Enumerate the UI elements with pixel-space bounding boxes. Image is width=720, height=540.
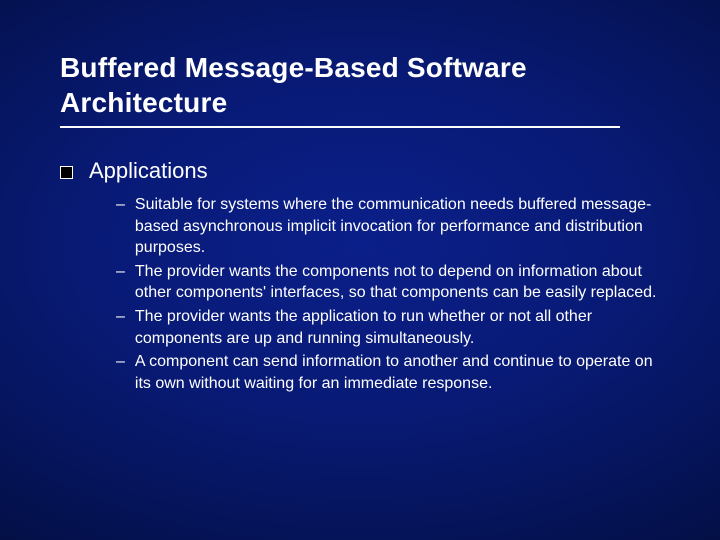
section-heading: Applications — [89, 158, 208, 184]
list-item-text: Suitable for systems where the communica… — [135, 194, 660, 259]
section-row: Applications — [60, 158, 660, 184]
dash-icon: – — [116, 351, 125, 373]
list-item-text: A component can send information to anot… — [135, 351, 660, 394]
list-item: – The provider wants the components not … — [116, 261, 660, 304]
list-item: – A component can send information to an… — [116, 351, 660, 394]
dash-icon: – — [116, 261, 125, 283]
title-underline — [60, 126, 620, 128]
dash-icon: – — [116, 306, 125, 328]
square-bullet-icon — [60, 166, 73, 179]
list-item: – Suitable for systems where the communi… — [116, 194, 660, 259]
list-item: – The provider wants the application to … — [116, 306, 660, 349]
slide-title: Buffered Message-Based Software Architec… — [60, 50, 660, 120]
list-item-text: The provider wants the components not to… — [135, 261, 660, 304]
dash-icon: – — [116, 194, 125, 216]
list-item-text: The provider wants the application to ru… — [135, 306, 660, 349]
slide: Buffered Message-Based Software Architec… — [0, 0, 720, 540]
bullet-list: – Suitable for systems where the communi… — [116, 194, 660, 394]
